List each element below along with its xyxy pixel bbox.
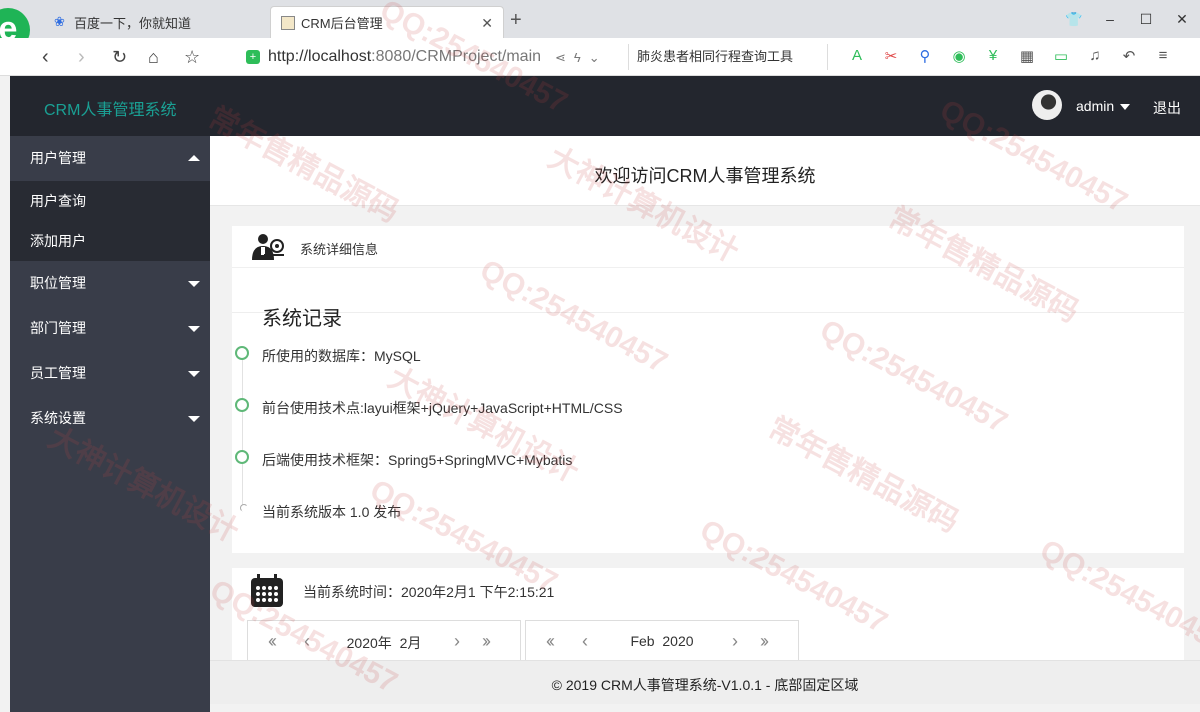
chevron-down-icon xyxy=(188,281,200,287)
welcome-banner: 欢迎访问CRM人事管理系统 xyxy=(210,136,1200,206)
baidu-paw-icon: ❀ xyxy=(54,14,65,29)
headphones-icon[interactable]: ♫ xyxy=(1083,47,1107,65)
sidebar-item-employee-management[interactable]: 员工管理 xyxy=(10,351,210,396)
extension-icons: A ✂ ⚲ ◉ ¥ ▦ ▭ ♫ ↶ ≡ xyxy=(845,47,1175,65)
browser-tab-crm[interactable]: CRM后台管理 ✕ xyxy=(270,6,504,38)
sidebar-item-system-settings[interactable]: 系统设置 xyxy=(10,396,210,441)
calendar-year[interactable]: 2020 xyxy=(662,633,693,649)
new-tab-icon[interactable]: + xyxy=(510,10,522,30)
close-window-icon[interactable]: ✕ xyxy=(1164,0,1200,38)
timeline-dot-icon xyxy=(235,398,249,412)
system-time-card: 当前系统时间：2020年2月1 下午2:15:21 ‹‹ ‹ 2020年 2月 … xyxy=(232,568,1184,660)
calendar-header: Feb 2020 xyxy=(526,633,798,649)
timeline-axis xyxy=(242,356,243,512)
user-avatar[interactable] xyxy=(1032,90,1062,120)
card-header-label: 系统详细信息 xyxy=(300,242,379,257)
records-title: 系统记录 xyxy=(262,308,342,330)
sidebar-item-label: 员工管理 xyxy=(30,365,86,381)
translate-icon[interactable]: A xyxy=(845,47,869,65)
calendar-year[interactable]: 2020年 xyxy=(347,635,392,651)
sidebar-item-label: 系统设置 xyxy=(30,410,86,426)
timeline-text: 后端使用技术框架：Spring5+SpringMVC+Mybatis xyxy=(262,452,573,468)
search-box[interactable]: 肺炎患者相同行程查询工具 xyxy=(628,44,828,70)
user-menu[interactable]: admin xyxy=(1076,98,1131,114)
back-icon[interactable]: ‹ xyxy=(42,45,49,69)
battery-icon[interactable]: ▭ xyxy=(1049,47,1073,65)
calendar-header: 2020年 2月 xyxy=(248,633,520,653)
system-time-label: 当前系统时间：2020年2月1 下午2:15:21 xyxy=(303,584,555,600)
timeline-text: 所使用的数据库：MySQL xyxy=(262,348,421,364)
timeline-spinner-icon xyxy=(240,504,248,512)
welcome-text: 欢迎访问CRM人事管理系统 xyxy=(594,166,816,186)
tab-title: 百度一下，你就知道 xyxy=(74,15,192,31)
secure-shield-icon: + xyxy=(246,50,260,64)
next-month-icon[interactable]: › xyxy=(454,631,460,652)
shirt-skin-icon[interactable]: 👕 xyxy=(1056,0,1092,38)
scissors-icon[interactable]: ✂ xyxy=(879,47,903,65)
browser-tab-baidu[interactable]: ❀ 百度一下，你就知道 xyxy=(44,6,270,38)
sidebar-item-position-management[interactable]: 职位管理 xyxy=(10,261,210,306)
url-host: http://localhost xyxy=(268,48,372,65)
calendar-widget-en: ‹‹ ‹ Feb 2020 › ›› xyxy=(525,620,799,660)
home-icon[interactable]: ⌂ xyxy=(148,45,159,69)
next-year-icon[interactable]: ›› xyxy=(760,631,769,652)
browser-toolbar: ‹ › ↻ ⌂ ☆ + http://localhost:8080/CRMPro… xyxy=(0,38,1200,76)
minimize-icon[interactable]: – xyxy=(1092,0,1128,38)
sidebar-item-label: 职位管理 xyxy=(30,275,86,291)
zoom-icon[interactable]: ⚲ xyxy=(913,47,937,65)
next-year-icon[interactable]: ›› xyxy=(482,631,491,652)
sidebar-subitem-add-user[interactable]: 添加用户 xyxy=(10,221,210,261)
menu-icon[interactable]: ≡ xyxy=(1151,47,1175,65)
url-path: :8080/CRMProject/main xyxy=(371,48,542,65)
system-info-card: 系统详细信息 系统记录 所使用的数据库：MySQL 前台使用技术点:layui框… xyxy=(232,226,1184,553)
chevron-down-icon xyxy=(188,326,200,332)
timeline-text: 当前系统版本 1.0 发布 xyxy=(262,504,402,520)
next-month-icon[interactable]: › xyxy=(732,631,738,652)
chevron-up-icon xyxy=(188,155,200,161)
maximize-icon[interactable]: ☐ xyxy=(1128,0,1164,38)
refresh-icon[interactable]: ↻ xyxy=(112,45,127,69)
username: admin xyxy=(1076,98,1115,114)
sidebar-subitem-user-query[interactable]: 用户查询 xyxy=(10,181,210,221)
calendar-month[interactable]: Feb xyxy=(630,633,654,649)
chevron-down-icon xyxy=(188,371,200,377)
caret-down-icon xyxy=(1120,104,1131,111)
timeline-dot-icon xyxy=(235,450,249,464)
gamepad-icon[interactable]: ◉ xyxy=(947,47,971,65)
app-title[interactable]: CRM人事管理系统 xyxy=(44,96,176,120)
sidebar-submenu-user: 用户查询 添加用户 xyxy=(10,181,210,261)
close-tab-icon[interactable]: ✕ xyxy=(481,15,493,32)
crm-favicon-icon xyxy=(281,15,295,30)
user-settings-icon xyxy=(252,234,284,260)
main-content: 欢迎访问CRM人事管理系统 系统详细信息 系统记录 所使用的数据库：MySQL xyxy=(210,136,1200,660)
undo-icon[interactable]: ↶ xyxy=(1117,47,1141,65)
calendar-icon xyxy=(251,574,283,607)
footer-text: © 2019 CRM人事管理系统-V1.0.1 - 底部固定区域 xyxy=(551,677,859,693)
favorite-star-icon[interactable]: ☆ xyxy=(184,45,200,69)
card-header: 系统详细信息 xyxy=(232,226,1184,268)
timeline-dot-icon xyxy=(235,346,249,360)
app-header: CRM人事管理系统 admin 退出 xyxy=(10,76,1200,136)
chevron-down-icon xyxy=(188,416,200,422)
calendar-month[interactable]: 2月 xyxy=(400,635,422,651)
browser-tabbar: e ❀ 百度一下，你就知道 CRM后台管理 ✕ + 👕 – ☐ ✕ xyxy=(0,0,1200,52)
wallet-icon[interactable]: ¥ xyxy=(981,47,1005,65)
sidebar-item-label: 用户管理 xyxy=(30,150,86,166)
divider xyxy=(232,312,1184,313)
search-text: 肺炎患者相同行程查询工具 xyxy=(637,49,794,64)
logout-link[interactable]: 退出 xyxy=(1153,98,1181,118)
sidebar: 用户管理 用户查询 添加用户 职位管理 部门管理 员工管理 系统设置 xyxy=(10,136,210,712)
timeline-text: 前台使用技术点:layui框架+jQuery+JavaScript+HTML/C… xyxy=(262,400,623,416)
tab-title: CRM后台管理 xyxy=(301,16,383,31)
share-lightning-icons[interactable]: ⋖ϟ⌄ xyxy=(555,50,608,66)
sidebar-item-label: 部门管理 xyxy=(30,320,86,336)
apps-grid-icon[interactable]: ▦ xyxy=(1015,47,1039,65)
window-controls: 👕 – ☐ ✕ xyxy=(1056,0,1200,38)
sidebar-item-department-management[interactable]: 部门管理 xyxy=(10,306,210,351)
calendar-widget-cn: ‹‹ ‹ 2020年 2月 › ›› xyxy=(247,620,521,660)
forward-icon[interactable]: › xyxy=(78,45,85,69)
sidebar-item-user-management[interactable]: 用户管理 xyxy=(10,136,210,181)
footer: © 2019 CRM人事管理系统-V1.0.1 - 底部固定区域 xyxy=(210,660,1200,704)
